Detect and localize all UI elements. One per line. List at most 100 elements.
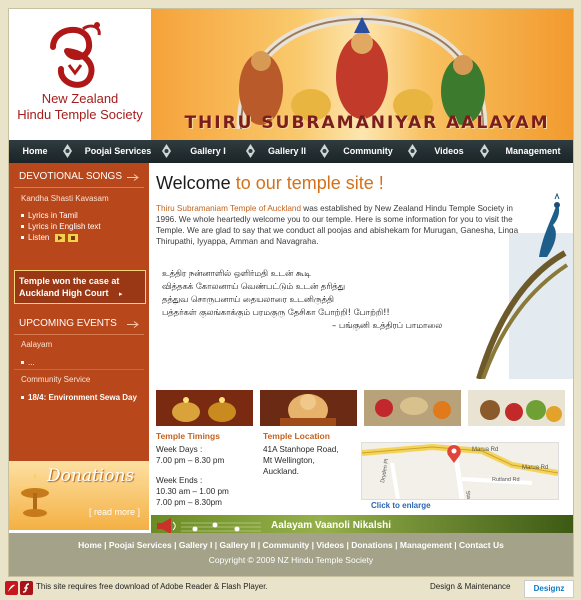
footer-links: Home | Poojai Services | Gallery I | Gal… xyxy=(78,540,504,550)
tamil-line: பத்தர்கள் குலங்காக்கும் பரமகுரு தேசிகா ப… xyxy=(162,307,390,317)
nav-divider-icon xyxy=(480,144,489,158)
address-line-1: 41A Stanhope Road, xyxy=(263,445,339,454)
footer-link-home[interactable]: Home xyxy=(78,540,102,550)
nav-management[interactable]: Management xyxy=(497,140,569,163)
logo-line1: New Zealand xyxy=(41,91,119,106)
thumbnail-offerings[interactable] xyxy=(364,390,461,426)
click-to-enlarge-link[interactable]: Click to enlarge xyxy=(371,501,431,510)
welcome-suffix: to our temple site ! xyxy=(235,173,384,193)
thumbnail-ganesha[interactable] xyxy=(260,390,357,426)
aalayam-event[interactable]: ... xyxy=(21,358,35,367)
court-case-text[interactable]: Temple won the case at Auckland High Cou… xyxy=(19,275,143,299)
stop-icon[interactable] xyxy=(67,233,78,242)
divider xyxy=(14,334,144,335)
lyrics-english-label[interactable]: Lyrics in English text xyxy=(28,222,101,231)
play-icon[interactable] xyxy=(54,233,65,242)
weekends-time-1: 10.30 am – 1.00 pm xyxy=(156,487,229,496)
location-map[interactable]: Marua Rd Marua Rd Stanhope Rd Rutland Rd… xyxy=(361,442,559,500)
song-title: Kandha Shasti Kavasam xyxy=(21,194,109,203)
donations-panel[interactable]: Donations [ read more ] xyxy=(9,461,149,530)
address-line-2: Mt Wellington, xyxy=(263,456,315,465)
nav-gallery-1[interactable]: Gallery I xyxy=(177,140,239,163)
weekends-time-2: 7.00 pm – 8.30pm xyxy=(156,498,222,507)
nav-gallery-2[interactable]: Gallery II xyxy=(259,140,315,163)
tamil-signature: – பங்குனி உத்திரப் பாமாலை xyxy=(332,320,443,330)
location-text: 41A Stanhope Road, Mt Wellington, Auckla… xyxy=(263,444,339,477)
weekdays-label: Week Days : xyxy=(156,445,203,454)
lyrics-english-link[interactable]: Lyrics in English text xyxy=(21,222,101,231)
flash-player-icon[interactable] xyxy=(20,581,33,595)
tamil-line: உத்திர நன்னாளில் ஒளிர்மதி உடன் கூடி xyxy=(162,268,311,278)
nav-videos[interactable]: Videos xyxy=(423,140,475,163)
nav-divider-icon xyxy=(246,144,255,158)
bullet-icon xyxy=(21,236,24,240)
nav-poojai-services[interactable]: Poojai Services xyxy=(77,140,159,163)
temple-location-heading: Temple Location xyxy=(263,431,330,441)
designer-logo[interactable]: Designz xyxy=(524,580,574,598)
footer-link-gallery-1[interactable]: Gallery I xyxy=(179,540,213,550)
main-nav: Home Poojai Services Gallery I Gallery I… xyxy=(9,140,573,163)
logo-area[interactable]: New Zealand Hindu Temple Society xyxy=(9,9,151,140)
footer-link-donations[interactable]: Donations xyxy=(351,540,393,550)
nav-home[interactable]: Home xyxy=(11,140,59,163)
bullet-icon xyxy=(21,214,24,218)
aalayam-label: Aalayam xyxy=(21,340,53,349)
map-road-label: Rutland Rd xyxy=(492,477,520,483)
footer-link-videos[interactable]: Videos xyxy=(316,540,344,550)
donations-title: Donations xyxy=(47,466,135,486)
listen-label: Listen xyxy=(28,233,50,242)
logo-line2: Hindu Temple Society xyxy=(17,107,143,122)
society-name: New Zealand Hindu Temple Society xyxy=(9,91,151,123)
welcome-heading: Welcome to our temple site ! xyxy=(156,173,384,194)
court-case-notice[interactable]: Temple won the case at Auckland High Cou… xyxy=(14,270,146,304)
design-credit: Design & Maintenance xyxy=(430,582,511,591)
page-frame: New Zealand Hindu Temple Society THIRU S… xyxy=(8,8,574,577)
aalayam-event-label[interactable]: ... xyxy=(28,358,35,367)
map-road-label: Marua Rd xyxy=(522,465,548,471)
map-image: Marua Rd Marua Rd Stanhope Rd Rutland Rd… xyxy=(362,443,558,499)
footer-link-management[interactable]: Management xyxy=(400,540,452,550)
copyright: Copyright © 2009 NZ Hindu Temple Society xyxy=(208,555,374,565)
nav-divider-icon xyxy=(320,144,329,158)
lyrics-tamil-link[interactable]: Lyrics in Tamil xyxy=(21,211,78,220)
listen-row: Listen xyxy=(21,233,78,242)
arrow-right-icon xyxy=(127,321,139,328)
arrow-small-icon: ▸ xyxy=(119,290,123,298)
bullet-icon xyxy=(21,396,24,400)
devotional-songs-heading: DEVOTIONAL SONGS xyxy=(19,171,122,182)
tamil-line: தத்துவ சொருபனாய் தையலாரை உடனிருத்தி xyxy=(162,294,334,304)
footer: Home | Poojai Services | Gallery I | Gal… xyxy=(9,533,573,576)
map-road-label: Stanhope Rd xyxy=(464,490,475,499)
thumbnail-lamps[interactable] xyxy=(156,390,253,426)
om-logo-icon xyxy=(50,22,101,88)
temple-banner: THIRU SUBRAMANIYAR AALAYAM xyxy=(151,9,573,140)
nav-community[interactable]: Community xyxy=(335,140,401,163)
bottom-bar: This site requires free download of Adob… xyxy=(0,578,581,600)
community-service-label: Community Service xyxy=(21,375,91,384)
footer-link-contact[interactable]: Contact Us xyxy=(459,540,504,550)
radio-program-title[interactable]: Aalayam Vaanoli Nikalshi xyxy=(271,520,391,531)
community-event[interactable]: 18/4: Environment Sewa Day xyxy=(21,393,137,402)
nav-divider-icon xyxy=(63,144,72,158)
nav-divider-icon xyxy=(162,144,171,158)
community-event-label[interactable]: 18/4: Environment Sewa Day xyxy=(28,393,137,402)
adobe-reader-icon[interactable] xyxy=(5,581,18,595)
divider xyxy=(14,187,144,188)
temple-timings-heading: Temple Timings xyxy=(156,431,220,441)
upcoming-events-heading: UPCOMING EVENTS xyxy=(19,318,117,329)
footer-link-poojai[interactable]: Poojai Services xyxy=(109,540,172,550)
timings-text: Week Days : 7.00 pm – 8.30 pm Week Ends … xyxy=(156,444,229,508)
welcome-prefix: Welcome xyxy=(156,173,231,193)
lyrics-tamil-label[interactable]: Lyrics in Tamil xyxy=(28,211,78,220)
tamil-verse: உத்திர நன்னாளில் ஒளிர்மதி உடன் கூடி வித்… xyxy=(162,267,492,332)
bullet-icon xyxy=(21,361,24,365)
sidebar: DEVOTIONAL SONGS Kandha Shasti Kavasam L… xyxy=(9,163,149,461)
read-more-link[interactable]: [ read more ] xyxy=(89,507,140,517)
intro-highlight: Thiru Subramaniam Temple of Auckland xyxy=(156,204,302,213)
software-requirement-note: This site requires free download of Adob… xyxy=(36,582,268,591)
footer-link-community[interactable]: Community xyxy=(263,540,310,550)
footer-link-gallery-2[interactable]: Gallery II xyxy=(220,540,256,550)
nav-divider-icon xyxy=(408,144,417,158)
thumbnail-fruits[interactable] xyxy=(468,390,565,426)
